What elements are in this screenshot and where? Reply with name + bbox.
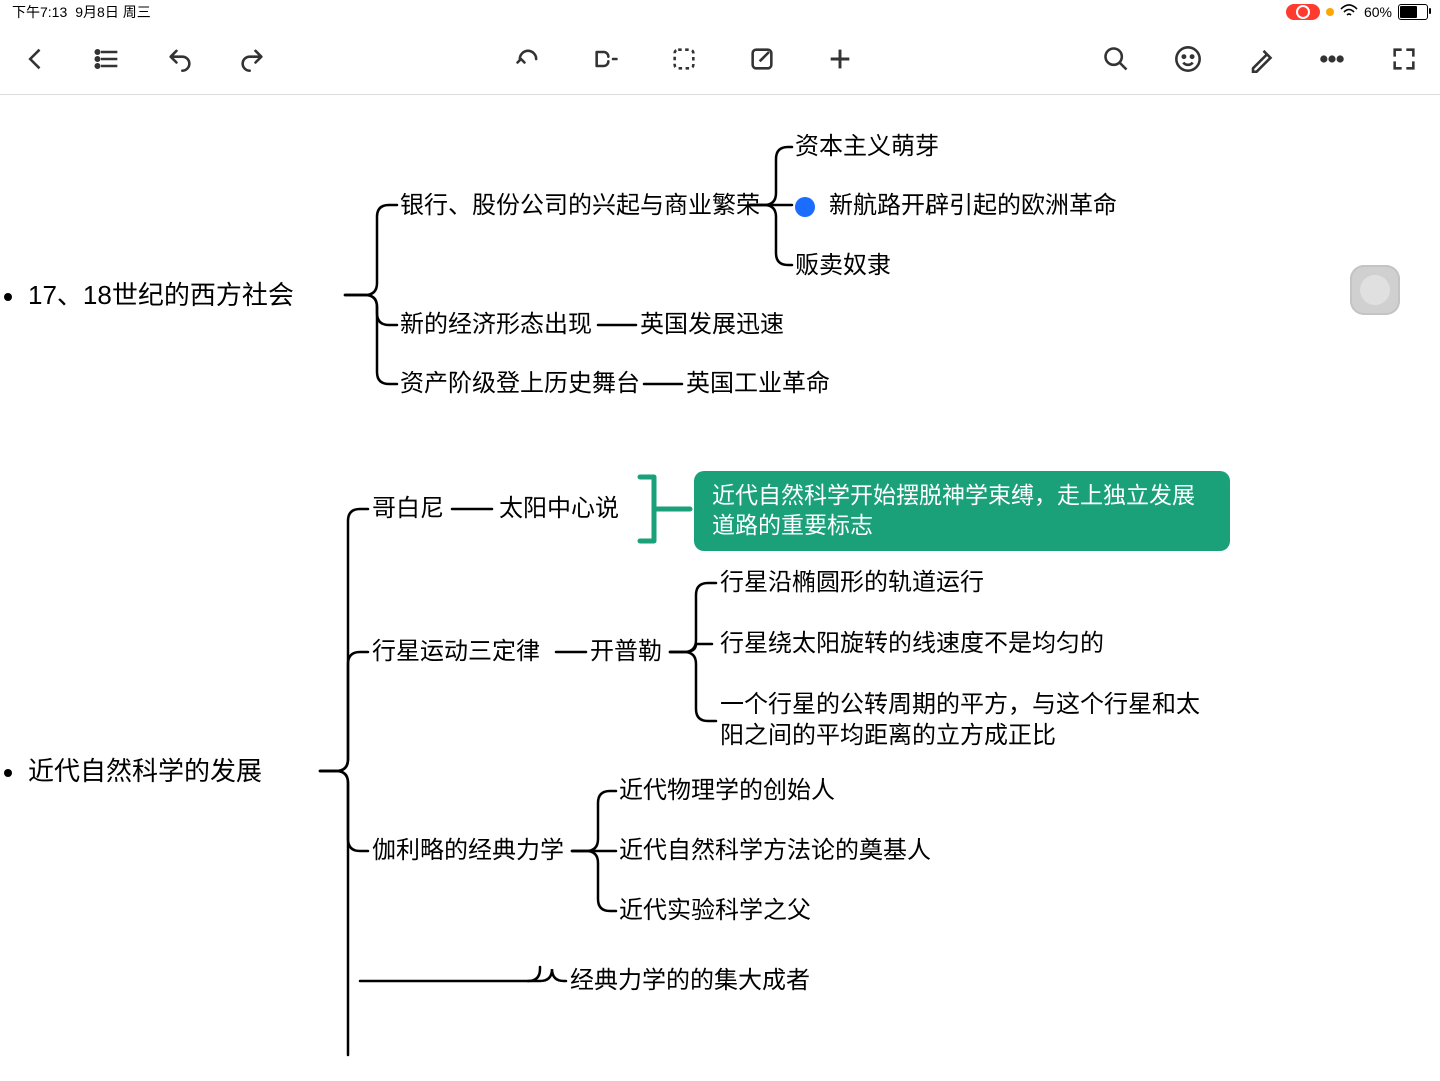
undo-button[interactable] <box>164 43 196 75</box>
status-date: 9月8日 周三 <box>75 2 150 22</box>
mindmap-node[interactable]: 行星沿椭圆形的轨道运行 <box>720 567 984 598</box>
marker-dot-icon <box>795 197 815 217</box>
wifi-icon <box>1340 4 1358 21</box>
mindmap-node[interactable]: 17、18世纪的西方社会 <box>28 279 294 313</box>
select-button[interactable] <box>668 43 700 75</box>
root-bullet-icon <box>4 293 12 301</box>
root-bullet-icon <box>4 769 12 777</box>
mindmap-node[interactable]: 伽利略的经典力学 <box>372 835 564 866</box>
screen-record-pill[interactable] <box>1286 4 1320 20</box>
mindmap-node[interactable]: 资本主义萌芽 <box>795 131 939 162</box>
mindmap-node[interactable]: 贩卖奴隶 <box>795 250 891 281</box>
mindmap-node[interactable]: 英国工业革命 <box>686 368 830 399</box>
battery-icon <box>1398 4 1428 20</box>
mindmap-node[interactable]: 经典力学的的集大成者 <box>570 965 810 996</box>
mindmap-node[interactable]: 近代自然科学的发展 <box>28 755 262 789</box>
insert-child-button[interactable] <box>590 43 622 75</box>
redo-button[interactable] <box>236 43 268 75</box>
outline-button[interactable] <box>92 43 124 75</box>
mindmap-node[interactable]: 行星运动三定律 <box>372 636 540 667</box>
mindmap-node-highlight[interactable]: 近代自然科学开始摆脱神学束缚，走上独立发展道路的重要标志 <box>694 471 1230 551</box>
mindmap-node[interactable]: 哥白尼 <box>372 493 444 524</box>
insert-sibling-button[interactable] <box>512 43 544 75</box>
mindmap-node[interactable]: 一个行星的公转周期的平方，与这个行星和太阳之间的平均距离的立方成正比 <box>720 689 1210 751</box>
battery-percent: 60% <box>1364 4 1392 20</box>
mindmap-node[interactable]: 英国发展迅速 <box>640 309 784 340</box>
mindmap-node[interactable]: 近代物理学的创始人 <box>619 775 835 806</box>
more-button[interactable] <box>1316 43 1348 75</box>
mindmap-node[interactable]: 新的经济形态出现 <box>400 309 592 340</box>
mindmap-node[interactable]: 行星绕太阳旋转的线速度不是均匀的 <box>720 628 1104 659</box>
location-dot-icon <box>1326 8 1334 16</box>
mindmap-node[interactable]: 近代实验科学之父 <box>619 895 811 926</box>
add-button[interactable] <box>824 43 856 75</box>
assistive-touch[interactable] <box>1350 265 1400 315</box>
status-time: 下午7:13 <box>12 2 67 22</box>
style-button[interactable] <box>1244 43 1276 75</box>
emoji-button[interactable] <box>1172 43 1204 75</box>
mindmap-canvas[interactable]: 17、18世纪的西方社会 银行、股份公司的兴起与商业繁荣 新的经济形态出现 资产… <box>0 95 1440 1081</box>
edit-button[interactable] <box>746 43 778 75</box>
back-button[interactable] <box>20 43 52 75</box>
toolbar <box>0 24 1440 95</box>
mindmap-node[interactable]: 新航路开辟引起的欧洲革命 <box>795 190 1117 221</box>
mindmap-node[interactable]: 太阳中心说 <box>499 493 619 524</box>
status-bar: 下午7:13 9月8日 周三 60% <box>0 0 1440 24</box>
search-button[interactable] <box>1100 43 1132 75</box>
mindmap-node[interactable]: 银行、股份公司的兴起与商业繁荣 <box>400 190 760 221</box>
mindmap-node[interactable]: 近代自然科学方法论的奠基人 <box>619 835 931 866</box>
fullscreen-button[interactable] <box>1388 43 1420 75</box>
mindmap-node[interactable]: 资产阶级登上历史舞台 <box>400 368 640 399</box>
mindmap-node[interactable]: 开普勒 <box>590 636 662 667</box>
